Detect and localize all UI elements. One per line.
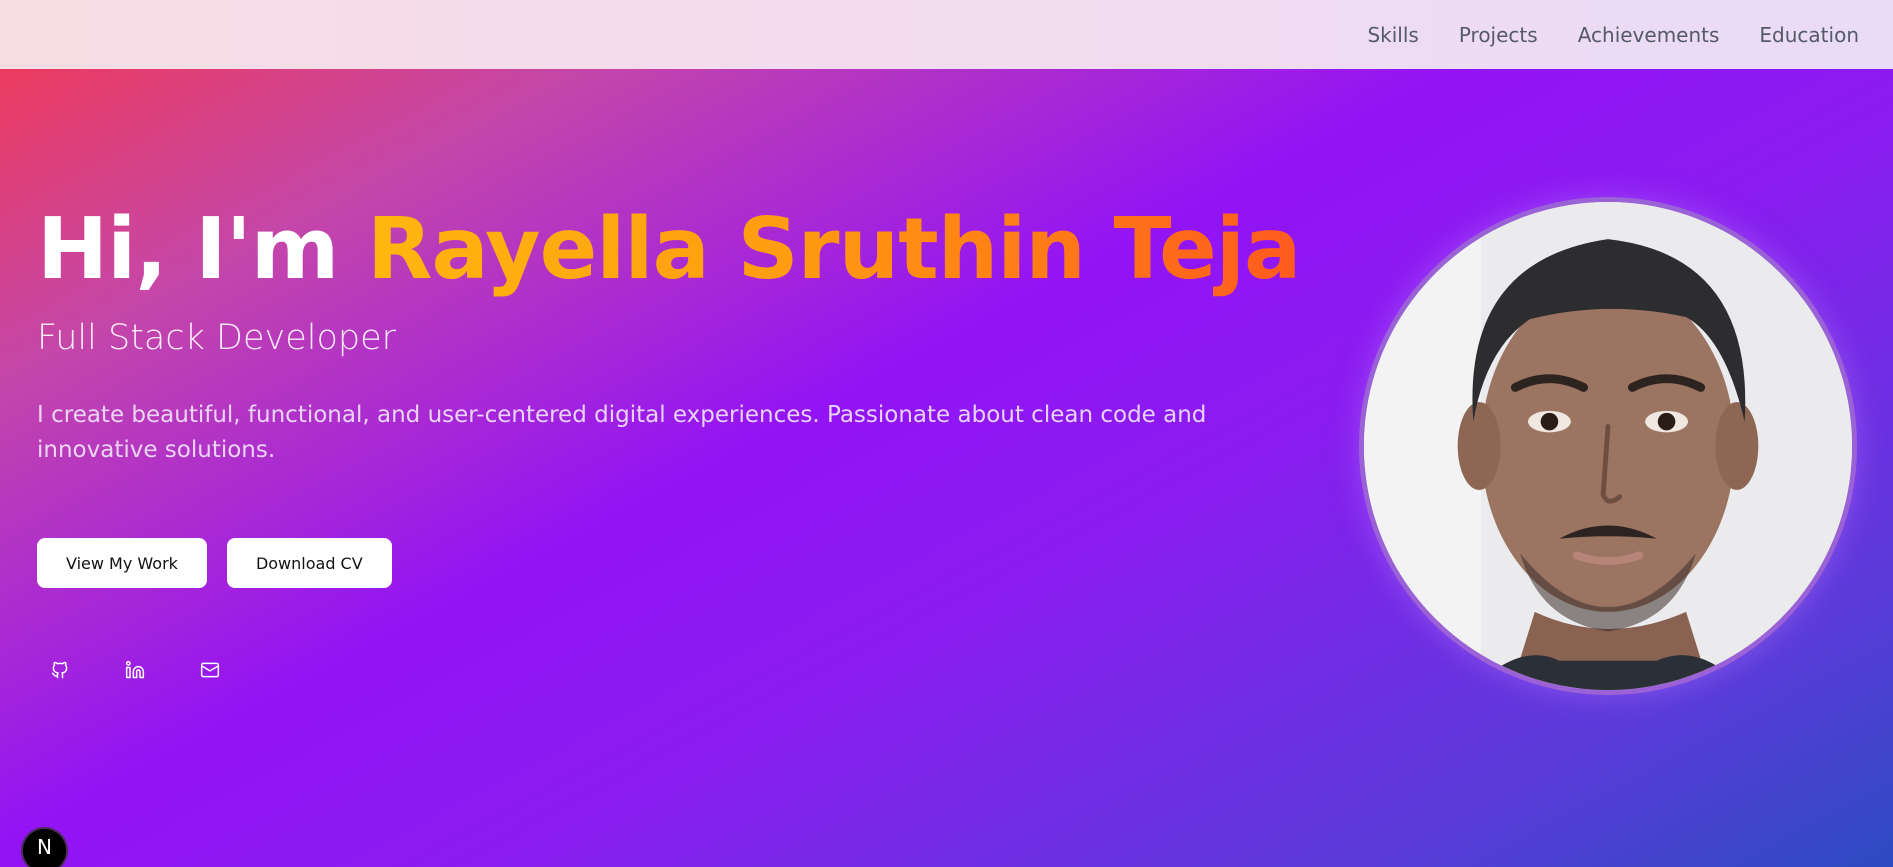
social-links xyxy=(45,655,225,685)
view-my-work-button[interactable]: View My Work xyxy=(37,538,207,588)
nav-link-education[interactable]: Education xyxy=(1759,23,1859,47)
hero-section: Hi, I'm Rayella Sruthin Teja Full Stack … xyxy=(37,190,1337,468)
profile-photo-illustration xyxy=(1364,202,1852,690)
nav-link-projects[interactable]: Projects xyxy=(1459,23,1538,47)
profile-photo xyxy=(1359,197,1857,695)
mail-icon[interactable] xyxy=(195,655,225,685)
hero-greeting: Hi, I'm xyxy=(37,200,367,299)
hero-description: I create beautiful, functional, and user… xyxy=(37,402,1207,463)
nextjs-badge[interactable]: N xyxy=(21,827,68,867)
github-icon[interactable] xyxy=(45,655,75,685)
cta-buttons: View My Work Download CV xyxy=(37,538,392,588)
hero-role: Full Stack Developer xyxy=(37,318,397,358)
hero-name: Rayella Sruthin Teja xyxy=(366,200,1301,299)
download-cv-button[interactable]: Download CV xyxy=(226,538,392,588)
nav-link-achievements[interactable]: Achievements xyxy=(1578,23,1720,47)
portfolio-page: Skills Projects Achievements Education H… xyxy=(0,0,1893,867)
top-navbar: Skills Projects Achievements Education xyxy=(0,0,1893,69)
hero-title: Hi, I'm Rayella Sruthin Teja xyxy=(37,190,1337,310)
nav-link-skills[interactable]: Skills xyxy=(1367,23,1418,47)
linkedin-icon[interactable] xyxy=(120,655,150,685)
